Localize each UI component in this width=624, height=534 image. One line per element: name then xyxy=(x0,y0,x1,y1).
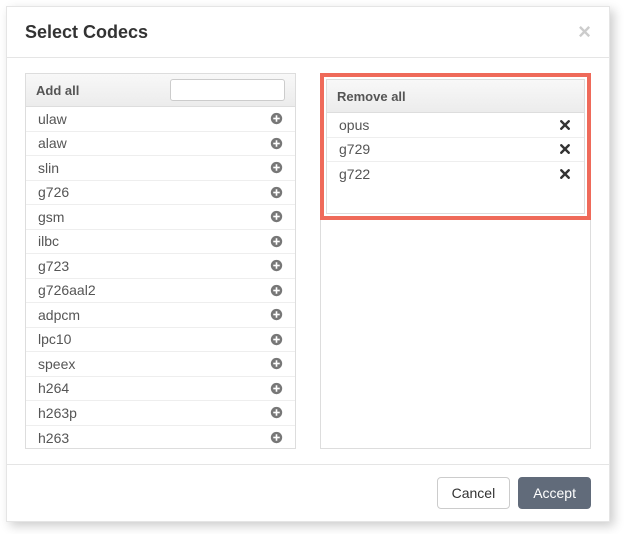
add-all-header[interactable]: Add all xyxy=(26,74,295,107)
codec-name: adpcm xyxy=(38,307,269,323)
list-item[interactable]: speex xyxy=(26,352,295,377)
codec-name: ilbc xyxy=(38,233,269,249)
selected-panel-inner: Remove all opus g729 g722 xyxy=(326,79,585,214)
modal-footer: Cancel Accept xyxy=(7,464,609,521)
codec-name: g726 xyxy=(38,184,269,200)
plus-circle-icon[interactable] xyxy=(269,185,283,199)
selected-codec-list[interactable]: opus g729 g722 xyxy=(327,113,584,213)
list-item[interactable]: alaw xyxy=(26,132,295,157)
plus-circle-icon[interactable] xyxy=(269,431,283,445)
plus-circle-icon[interactable] xyxy=(269,161,283,175)
codec-name: h263 xyxy=(38,430,269,446)
selected-codecs-panel: Remove all opus g729 g722 xyxy=(320,73,591,449)
codec-name: g726aal2 xyxy=(38,282,269,298)
codec-filter-input[interactable] xyxy=(170,79,285,101)
list-item[interactable]: h263 xyxy=(26,426,295,449)
select-codecs-modal: Select Codecs × Add all ulaw alaw slin g726… xyxy=(6,6,610,522)
remove-all-label: Remove all xyxy=(337,89,406,104)
codec-name: gsm xyxy=(38,209,269,225)
codec-name: ulaw xyxy=(38,111,269,127)
remove-x-icon[interactable] xyxy=(558,142,572,156)
plus-circle-icon[interactable] xyxy=(269,283,283,297)
codec-name: g722 xyxy=(339,166,558,182)
list-item[interactable]: opus xyxy=(327,113,584,138)
plus-circle-icon[interactable] xyxy=(269,381,283,395)
selected-panel-empty-area xyxy=(320,220,591,449)
plus-circle-icon[interactable] xyxy=(269,234,283,248)
plus-circle-icon[interactable] xyxy=(269,332,283,346)
list-item[interactable]: ilbc xyxy=(26,230,295,255)
list-item[interactable]: g729 xyxy=(327,138,584,163)
codec-name: g723 xyxy=(38,258,269,274)
plus-circle-icon[interactable] xyxy=(269,112,283,126)
list-item[interactable]: h264 xyxy=(26,377,295,402)
list-item[interactable]: g723 xyxy=(26,254,295,279)
list-item[interactable]: gsm xyxy=(26,205,295,230)
codec-name: speex xyxy=(38,356,269,372)
codec-name: h264 xyxy=(38,380,269,396)
available-codec-list[interactable]: ulaw alaw slin g726 gsm ilbc g723 g726aal2 adpcm… xyxy=(26,107,295,448)
remove-x-icon[interactable] xyxy=(558,167,572,181)
codec-name: h263p xyxy=(38,405,269,421)
codec-name: opus xyxy=(339,117,558,133)
available-panel-box: Add all ulaw alaw slin g726 gsm ilbc g723 g726a… xyxy=(25,73,296,449)
accept-button[interactable]: Accept xyxy=(518,477,591,509)
codec-name: lpc10 xyxy=(38,331,269,347)
add-all-label: Add all xyxy=(36,83,79,98)
list-item[interactable]: h263p xyxy=(26,401,295,426)
remove-all-header[interactable]: Remove all xyxy=(327,80,584,113)
plus-circle-icon[interactable] xyxy=(269,136,283,150)
close-icon[interactable]: × xyxy=(578,21,591,43)
plus-circle-icon[interactable] xyxy=(269,357,283,371)
modal-title: Select Codecs xyxy=(25,22,148,43)
list-item[interactable]: g722 xyxy=(327,162,584,187)
list-item[interactable]: g726 xyxy=(26,181,295,206)
plus-circle-icon[interactable] xyxy=(269,308,283,322)
plus-circle-icon[interactable] xyxy=(269,210,283,224)
selected-highlight-box: Remove all opus g729 g722 xyxy=(320,73,591,220)
codec-name: slin xyxy=(38,160,269,176)
codec-name: alaw xyxy=(38,135,269,151)
modal-body: Add all ulaw alaw slin g726 gsm ilbc g723 g726a… xyxy=(7,58,609,464)
codec-columns: Add all ulaw alaw slin g726 gsm ilbc g723 g726a… xyxy=(25,73,591,449)
list-item[interactable]: ulaw xyxy=(26,107,295,132)
modal-header: Select Codecs × xyxy=(7,7,609,58)
list-item[interactable]: adpcm xyxy=(26,303,295,328)
list-item[interactable]: lpc10 xyxy=(26,328,295,353)
cancel-button[interactable]: Cancel xyxy=(437,477,511,509)
list-item[interactable]: g726aal2 xyxy=(26,279,295,304)
codec-name: g729 xyxy=(339,141,558,157)
list-item[interactable]: slin xyxy=(26,156,295,181)
plus-circle-icon[interactable] xyxy=(269,406,283,420)
plus-circle-icon[interactable] xyxy=(269,259,283,273)
available-codecs-panel: Add all ulaw alaw slin g726 gsm ilbc g723 g726a… xyxy=(25,73,296,449)
remove-x-icon[interactable] xyxy=(558,118,572,132)
